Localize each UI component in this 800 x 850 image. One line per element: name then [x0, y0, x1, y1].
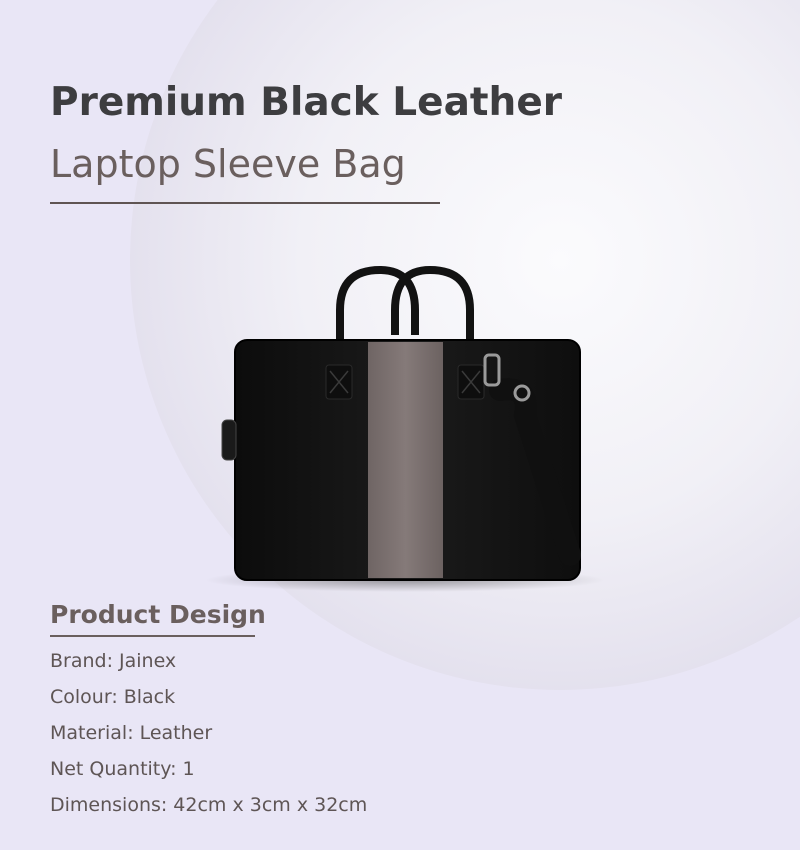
spec-label: Net Quantity:	[50, 758, 177, 780]
spec-dimensions: Dimensions: 42cm x 3cm x 32cm	[50, 794, 367, 816]
title-divider	[50, 202, 440, 204]
spec-label: Colour:	[50, 686, 118, 708]
spec-label: Brand:	[50, 650, 113, 672]
spec-value: 1	[182, 758, 195, 780]
spec-label: Dimensions:	[50, 794, 168, 816]
section-title: Product Design	[50, 600, 266, 629]
spec-value: Leather	[139, 722, 213, 744]
spec-net-quantity: Net Quantity: 1	[50, 758, 195, 780]
spec-value: 42cm x 3cm x 32cm	[173, 794, 368, 816]
spec-brand: Brand: Jainex	[50, 650, 176, 672]
product-image	[205, 265, 605, 592]
page-title-line2: Laptop Sleeve Bag	[50, 142, 406, 186]
spec-material: Material: Leather	[50, 722, 212, 744]
spec-label: Material:	[50, 722, 134, 744]
spec-colour: Colour: Black	[50, 686, 175, 708]
page-title-line1: Premium Black Leather	[50, 80, 563, 125]
spec-value: Black	[123, 686, 176, 708]
spec-value: Jainex	[119, 650, 177, 672]
section-divider	[50, 635, 255, 637]
